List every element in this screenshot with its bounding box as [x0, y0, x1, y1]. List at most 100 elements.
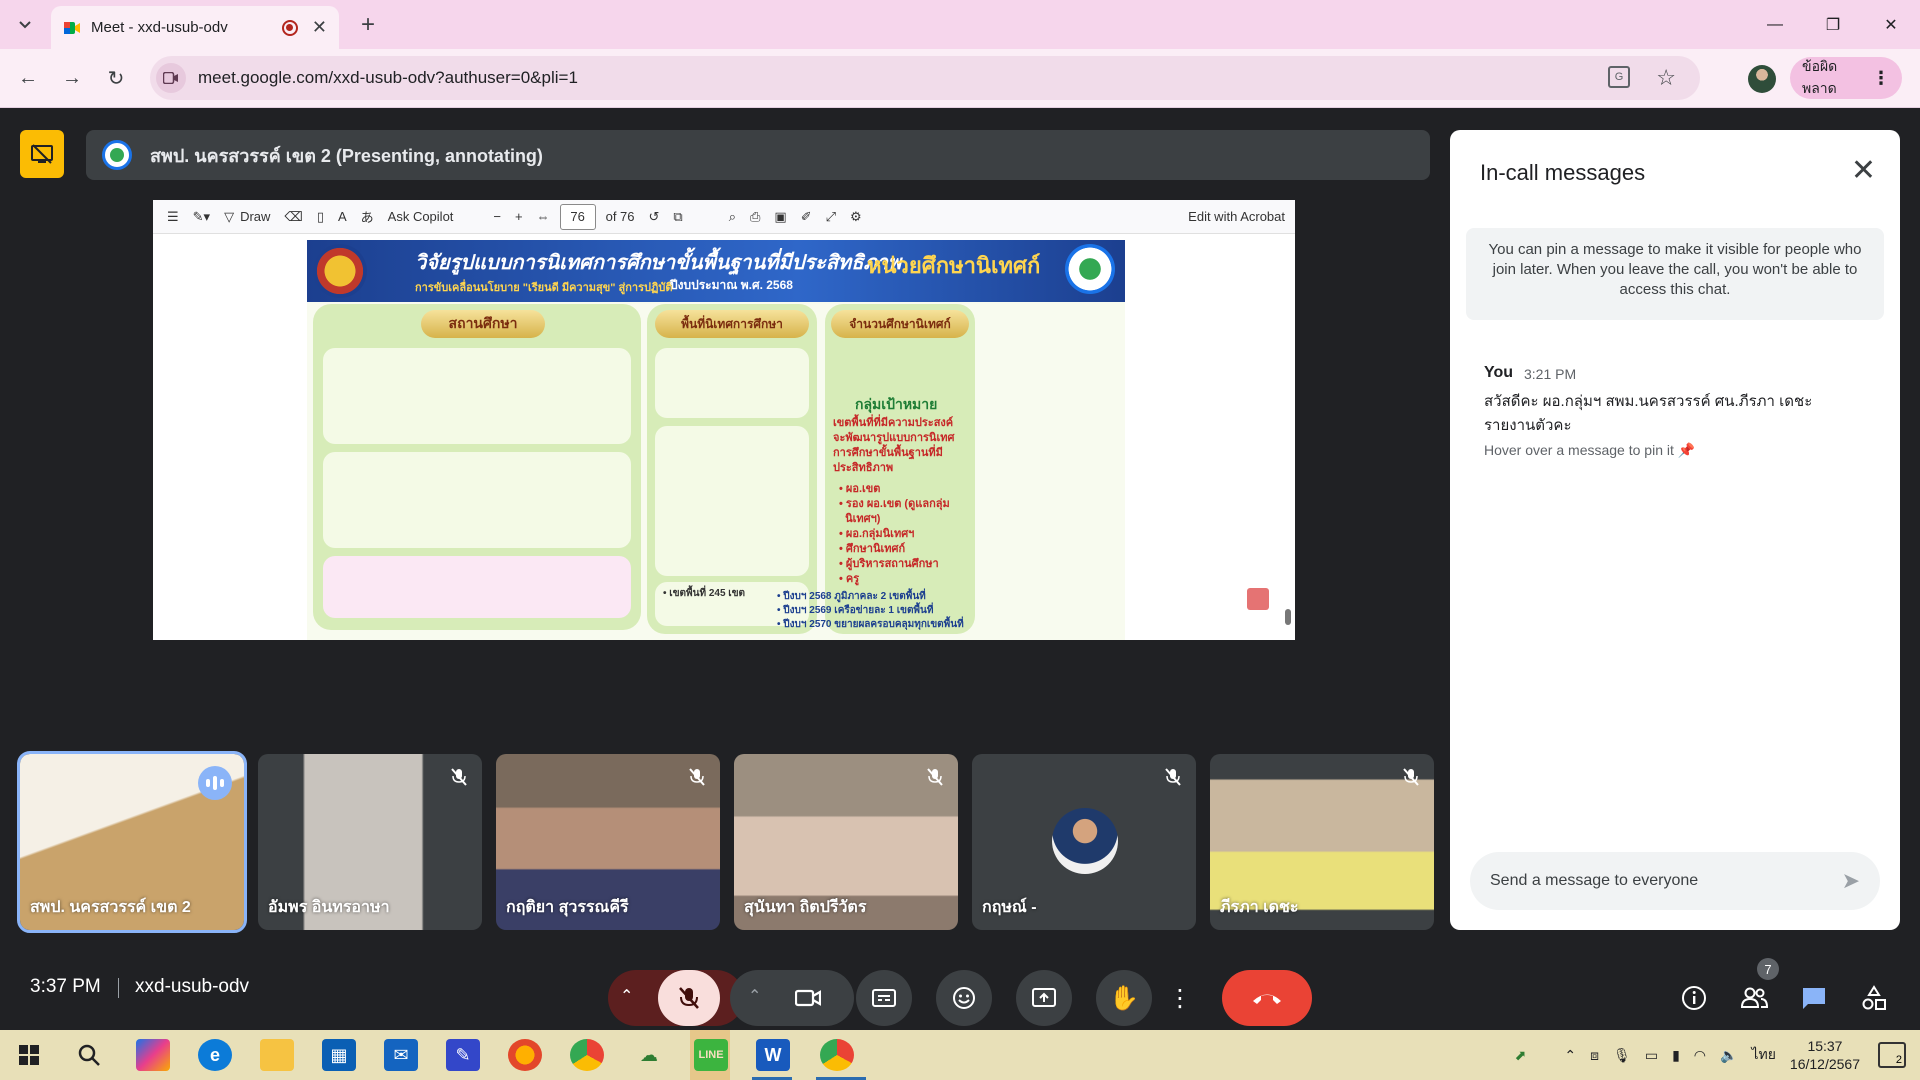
- editor-icon[interactable]: ✎: [446, 1039, 480, 1071]
- close-window-button[interactable]: ✕: [1862, 0, 1920, 49]
- slide-box: [323, 556, 631, 618]
- chat-button[interactable]: [1796, 980, 1832, 1016]
- pdf-scrollbar[interactable]: [1283, 240, 1293, 635]
- volume-icon[interactable]: 🔈: [1720, 1047, 1737, 1064]
- meeting-code: xxd-usub-odv: [135, 976, 250, 997]
- mic-toggle-button[interactable]: [658, 970, 720, 1026]
- mic-options-chevron-icon[interactable]: ⌃: [620, 986, 633, 1006]
- notification-center-icon[interactable]: 2: [1878, 1042, 1906, 1068]
- store-icon[interactable]: ▦: [322, 1039, 356, 1071]
- read-aloud-icon[interactable]: A: [338, 209, 347, 224]
- forward-button[interactable]: →: [56, 62, 88, 94]
- view-icon[interactable]: ▯: [317, 209, 324, 225]
- rotate-icon[interactable]: ↺: [649, 209, 660, 225]
- chat-message[interactable]: สวัสดีคะ ผอ.กลุ่มฯ สพม.นครสวรรค์ ศน.ภีรภ…: [1484, 390, 1864, 438]
- meeting-details-button[interactable]: [1676, 980, 1712, 1016]
- reactions-button[interactable]: [936, 970, 992, 1026]
- page-number-input[interactable]: 76: [559, 203, 596, 230]
- profile-avatar[interactable]: [1748, 65, 1776, 93]
- meet-tray-icon[interactable]: ⧈: [1590, 1047, 1599, 1064]
- participant-tile[interactable]: สพป. นครสวรรค์ เขต 2: [17, 751, 247, 933]
- copilot-icon[interactable]: [136, 1039, 170, 1071]
- zoom-in-icon[interactable]: +: [515, 209, 523, 224]
- translate-pdf-icon[interactable]: あ: [361, 207, 374, 226]
- translate-icon[interactable]: G: [1608, 66, 1630, 88]
- participant-tile[interactable]: กฤติยา สุวรรณคีรี: [496, 754, 720, 930]
- error-button[interactable]: ข้อผิดพลาด ⋮: [1790, 57, 1902, 99]
- show-hidden-icons-chevron-icon[interactable]: ⌃: [1564, 1047, 1576, 1064]
- tab-close-icon[interactable]: ✕: [312, 17, 327, 38]
- acrobat-icon[interactable]: [1247, 588, 1269, 610]
- more-options-button[interactable]: ⋮: [1160, 970, 1200, 1026]
- target-list: • ผอ.เขต • รอง ผอ.เขต (ดูแลกลุ่ม นิเทศฯ)…: [839, 483, 950, 585]
- participant-tile[interactable]: สุนันทา ถิตปรีวัตร: [734, 754, 958, 930]
- edge-icon[interactable]: e: [198, 1039, 232, 1071]
- new-tab-button[interactable]: +: [352, 9, 384, 41]
- presentation-status-icon[interactable]: [20, 130, 64, 178]
- fullscreen-icon[interactable]: ⤢: [826, 209, 836, 225]
- fit-page-icon[interactable]: ⇔: [537, 209, 550, 224]
- search-icon[interactable]: [72, 1039, 106, 1071]
- draw-icon[interactable]: ▽: [224, 209, 234, 225]
- settings-gear-icon[interactable]: ⚙: [850, 209, 862, 225]
- chrome-profile-icon[interactable]: [820, 1039, 854, 1071]
- chat-input[interactable]: [1490, 872, 1842, 890]
- minimize-button[interactable]: —: [1746, 0, 1804, 49]
- leave-call-button[interactable]: [1222, 970, 1312, 1026]
- chrome-icon[interactable]: [570, 1039, 604, 1071]
- close-chat-icon[interactable]: ✕: [1851, 156, 1876, 186]
- address-bar[interactable]: meet.google.com/xxd-usub-odv?authuser=0&…: [150, 56, 1700, 100]
- microphone-icon[interactable]: 🎙: [1613, 1047, 1631, 1064]
- slide-box: [323, 452, 631, 548]
- people-button[interactable]: [1736, 980, 1772, 1016]
- camera-options-chevron-icon[interactable]: ⌃: [748, 986, 761, 1006]
- firefox-icon[interactable]: [508, 1039, 542, 1071]
- call-controls: 3:37 PM xxd-usub-odv ⌃ ⌃ ✋ ⋮ 7: [0, 948, 1920, 1030]
- site-info-icon[interactable]: [156, 63, 186, 93]
- raise-hand-button[interactable]: ✋: [1096, 970, 1152, 1026]
- reload-button[interactable]: ↻: [100, 62, 132, 94]
- search-icon[interactable]: ⌕: [729, 209, 736, 225]
- participant-tile[interactable]: กฤษณ์ -: [972, 754, 1196, 930]
- slide-banner: วิจัยรูปแบบการนิเทศการศึกษาขั้นพื้นฐานที…: [307, 240, 1125, 302]
- eraser-icon[interactable]: ⌫: [284, 209, 302, 225]
- bookmark-star-icon[interactable]: ☆: [1656, 65, 1676, 91]
- tab-search-dropdown[interactable]: [8, 9, 42, 41]
- participant-tile[interactable]: อัมพร อินทรอาษา: [258, 754, 482, 930]
- participant-name: อัมพร อินทรอาษา: [268, 899, 390, 916]
- back-button[interactable]: ←: [12, 62, 44, 94]
- tab-meet[interactable]: Meet - xxd-usub-odv ✕: [51, 6, 339, 49]
- activities-button[interactable]: [1856, 980, 1892, 1016]
- input-language[interactable]: ไทย: [1751, 1044, 1775, 1066]
- captions-button[interactable]: [856, 970, 912, 1026]
- restore-button[interactable]: ❐: [1804, 0, 1862, 49]
- save-as-icon[interactable]: ✐: [801, 209, 812, 225]
- edit-with-acrobat-button[interactable]: Edit with Acrobat: [1188, 209, 1285, 224]
- file-explorer-icon[interactable]: [260, 1039, 294, 1071]
- contents-icon[interactable]: ☰: [167, 209, 179, 225]
- save-icon[interactable]: ▣: [774, 209, 786, 225]
- print-icon[interactable]: ⎙: [750, 209, 760, 225]
- start-windows-icon[interactable]: [12, 1039, 46, 1071]
- recording-icon: [281, 19, 298, 36]
- page-view-icon[interactable]: ⧉: [673, 209, 682, 225]
- date-time[interactable]: 15:37 16/12/2567: [1790, 1037, 1860, 1073]
- wifi-icon[interactable]: ◠: [1694, 1047, 1706, 1064]
- ask-copilot-button[interactable]: Ask Copilot: [388, 209, 454, 224]
- network-app-icon[interactable]: ⬈: [1515, 1047, 1527, 1064]
- mail-icon[interactable]: ✉: [384, 1039, 418, 1071]
- draw-label[interactable]: Draw: [240, 209, 270, 224]
- cloud-upload-icon[interactable]: ☁: [632, 1039, 666, 1071]
- highlight-icon[interactable]: ✎▾: [193, 209, 210, 225]
- battery-icon[interactable]: ▮: [1672, 1047, 1680, 1064]
- zoom-out-icon[interactable]: −: [493, 209, 501, 224]
- send-icon[interactable]: ➤: [1842, 868, 1860, 894]
- word-icon[interactable]: W: [756, 1039, 790, 1071]
- present-button[interactable]: [1016, 970, 1072, 1026]
- target-text: เขตพื้นที่ที่มีความประสงค์ จะพัฒนารูปแบบ…: [833, 417, 955, 474]
- camera-toggle-button[interactable]: [780, 970, 836, 1026]
- participant-tile[interactable]: ภีรภา เดชะ: [1210, 754, 1434, 930]
- scroll-thumb[interactable]: [1285, 609, 1291, 625]
- meeting-clock: 3:37 PM: [30, 976, 101, 997]
- display-icon[interactable]: ▭: [1645, 1047, 1658, 1064]
